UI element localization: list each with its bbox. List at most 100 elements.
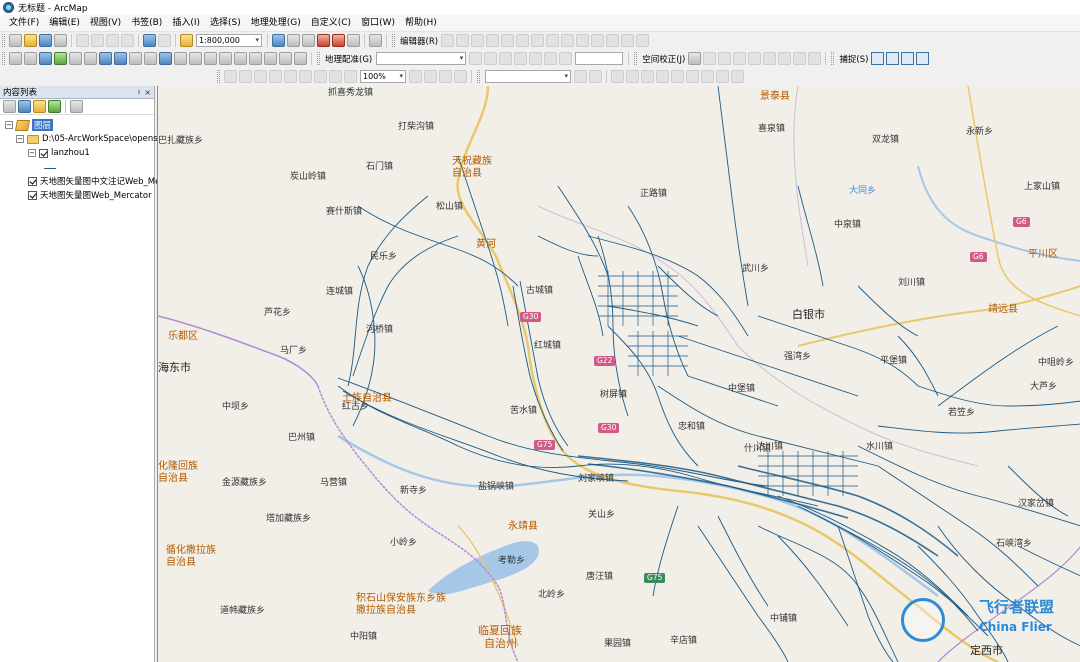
trace-icon[interactable]: [501, 34, 515, 47]
menu-insert[interactable]: 插入(I): [167, 15, 205, 32]
advanced-edit-tool-icon[interactable]: [611, 70, 624, 83]
menu-help[interactable]: 帮助(H): [400, 15, 442, 32]
map-scale-dropdown[interactable]: 1:800,000 ▾: [196, 34, 262, 47]
undo-icon[interactable]: [143, 34, 156, 47]
catalog-window-icon[interactable]: [302, 34, 315, 47]
toolbar-grip[interactable]: [2, 34, 5, 47]
delete-icon[interactable]: [121, 34, 134, 47]
edit-tool-icon[interactable]: [441, 34, 455, 47]
find-binoculars-icon[interactable]: [219, 52, 232, 65]
line-intersection-icon[interactable]: [686, 70, 699, 83]
georeferencing-menu-button[interactable]: 地理配准(G): [325, 53, 372, 65]
add-control-points-icon[interactable]: [499, 52, 513, 65]
sketch-properties-icon[interactable]: [621, 34, 635, 47]
menu-windows[interactable]: 窗口(W): [356, 15, 400, 32]
modify-link-icon[interactable]: [718, 52, 732, 65]
toggle-draft-mode-icon[interactable]: [409, 70, 422, 83]
menu-edit[interactable]: 编辑(E): [44, 15, 85, 32]
go-back-extent-icon[interactable]: [329, 70, 342, 83]
menu-geoprocessing[interactable]: 地理处理(G): [246, 15, 306, 32]
full-extent-globe-icon[interactable]: [54, 52, 67, 65]
select-elements-icon[interactable]: [129, 52, 142, 65]
collapse-icon[interactable]: −: [5, 121, 13, 129]
new-identity-link-icon[interactable]: [748, 52, 762, 65]
layer-name-label[interactable]: 天地图矢量图中文注记Web_Me: [40, 175, 160, 187]
forward-arrow-icon[interactable]: [114, 52, 127, 65]
open-folder-icon[interactable]: [24, 34, 37, 47]
target-layer-dropdown[interactable]: ▾: [485, 70, 571, 83]
topology-edit-icon[interactable]: [574, 70, 587, 83]
georef-input-field[interactable]: [575, 52, 624, 65]
explode-multipart-icon[interactable]: [701, 70, 714, 83]
fixed-zoom-in-icon[interactable]: [69, 52, 82, 65]
html-popup-icon[interactable]: [189, 52, 202, 65]
data-frame-row[interactable]: − 图层: [0, 118, 154, 132]
edit-annotation-icon[interactable]: [456, 34, 470, 47]
attributes-icon[interactable]: [606, 34, 620, 47]
new-limited-adjustment-area-icon[interactable]: [763, 52, 777, 65]
new-document-icon[interactable]: [9, 34, 22, 47]
add-data-icon[interactable]: [180, 34, 193, 47]
menu-customize[interactable]: 自定义(C): [306, 15, 356, 32]
shift-raster-icon[interactable]: [484, 52, 498, 65]
table-of-contents-icon[interactable]: [287, 34, 300, 47]
fixed-zoom-out-icon[interactable]: [84, 52, 97, 65]
copy-features-icon[interactable]: [626, 70, 639, 83]
trim-icon[interactable]: [671, 70, 684, 83]
fixed-zoom-in-layout-icon[interactable]: [299, 70, 312, 83]
menu-selection[interactable]: 选择(S): [205, 15, 246, 32]
cut-polygons-icon[interactable]: [591, 34, 605, 47]
toolbar-grip[interactable]: [2, 52, 5, 65]
fixed-zoom-out-layout-icon[interactable]: [314, 70, 327, 83]
snapping-menu-button[interactable]: 捕捉(S): [839, 53, 868, 65]
identify-icon[interactable]: [159, 52, 172, 65]
rotate-raster-icon[interactable]: [469, 52, 483, 65]
georef-layer-dropdown[interactable]: ▾: [376, 52, 467, 65]
straight-segment-icon[interactable]: [471, 34, 485, 47]
layout-zoom-out-icon[interactable]: [239, 70, 252, 83]
layer-visibility-checkbox[interactable]: [28, 176, 37, 186]
back-arrow-icon[interactable]: [99, 52, 112, 65]
edge-snapping-icon[interactable]: [916, 52, 930, 65]
layer-name-label[interactable]: lanzhou1: [51, 148, 90, 158]
create-features-icon[interactable]: [636, 34, 650, 47]
paste-icon[interactable]: [106, 34, 119, 47]
layout-zoom-in-icon[interactable]: [224, 70, 237, 83]
vertex-snapping-icon[interactable]: [901, 52, 915, 65]
redo-icon[interactable]: [158, 34, 171, 47]
list-by-drawing-order-icon[interactable]: [3, 100, 16, 113]
focus-data-frame-icon[interactable]: [424, 70, 437, 83]
point-icon[interactable]: [516, 34, 530, 47]
layer-visibility-checkbox[interactable]: [28, 190, 37, 200]
toolbar-grip[interactable]: [392, 34, 395, 47]
pan-hand-icon[interactable]: [39, 52, 52, 65]
view-link-table-icon[interactable]: [514, 52, 528, 65]
collapse-icon[interactable]: −: [28, 149, 36, 157]
toolbar-grip[interactable]: [634, 52, 638, 65]
save-icon[interactable]: [39, 34, 52, 47]
viewer-icon[interactable]: [529, 52, 543, 65]
zoom-100-icon[interactable]: [284, 70, 297, 83]
menu-view[interactable]: 视图(V): [85, 15, 126, 32]
rotate-tool-icon[interactable]: [546, 34, 560, 47]
search-window-icon[interactable]: [317, 34, 330, 47]
zoom-whole-page-icon[interactable]: [269, 70, 282, 83]
print-icon[interactable]: [54, 34, 67, 47]
go-forward-extent-icon[interactable]: [344, 70, 357, 83]
fillet-icon[interactable]: [641, 70, 654, 83]
reshape-icon[interactable]: [576, 34, 590, 47]
editor-toolbar-icon[interactable]: [272, 34, 285, 47]
map-view[interactable]: 抓喜秀龙镇 打柴沟镇 天祝藏族 自治县 石门镇 炭山岭镇 赛什斯镇 松山镇 民乐…: [157, 86, 1080, 662]
folder-row[interactable]: − D:\05-ArcWorkSpace\openst: [0, 132, 161, 146]
spatial-adjustment-menu-button[interactable]: 空间校正(J): [642, 53, 685, 65]
cut-icon[interactable]: [76, 34, 89, 47]
list-by-visibility-icon[interactable]: [33, 100, 46, 113]
multiple-displacement-links-icon[interactable]: [733, 52, 747, 65]
pin-icon[interactable]: ♮: [137, 88, 140, 97]
layout-pan-icon[interactable]: [254, 70, 267, 83]
find-route-icon[interactable]: [234, 52, 247, 65]
swipe-icon[interactable]: [279, 52, 292, 65]
python-window-icon[interactable]: [347, 34, 360, 47]
toolbar-grip[interactable]: [317, 52, 320, 65]
editor-menu-button[interactable]: 编辑器(R): [400, 35, 438, 47]
